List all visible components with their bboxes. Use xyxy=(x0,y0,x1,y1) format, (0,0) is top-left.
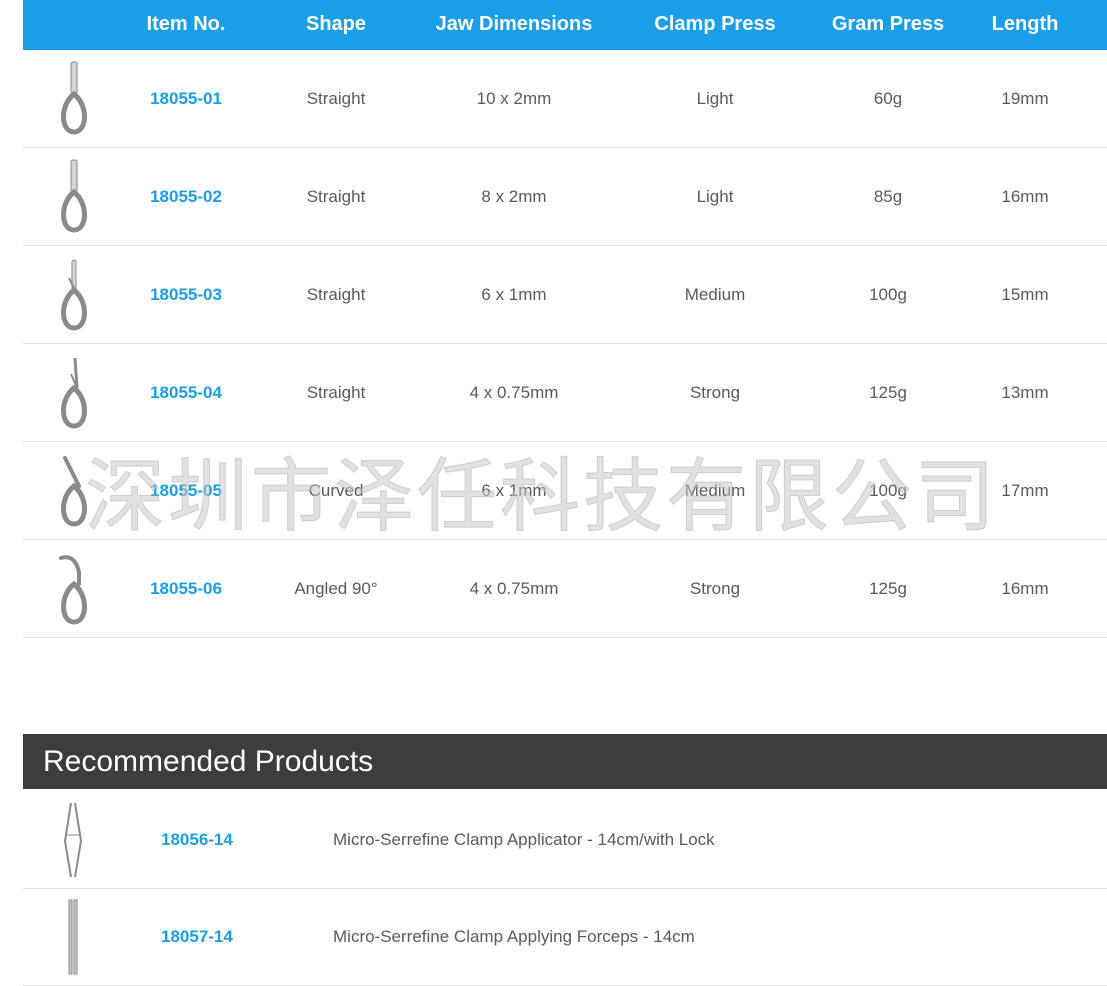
header-length: Length xyxy=(991,13,1059,35)
jaw-dimensions-cell: 6 x 1mm xyxy=(481,285,547,304)
item-number[interactable]: 18055-06 xyxy=(150,540,222,637)
gram-press-cell: 85g xyxy=(873,187,903,206)
header-item-no: Item No. xyxy=(146,13,226,35)
recommended-item: 18056-14 Micro-Serrefine Clamp Applicator… xyxy=(23,791,1107,889)
forceps-thumbnail[interactable] xyxy=(59,801,87,879)
clamp-press-cell: Medium xyxy=(684,481,746,500)
item-number[interactable]: 18055-04 xyxy=(150,344,222,441)
header-jaw-dimensions: Jaw Dimensions xyxy=(435,13,593,35)
product-thumbnail[interactable] xyxy=(53,256,95,332)
product-thumbnail[interactable] xyxy=(53,354,95,430)
jaw-dimensions-cell: 4 x 0.75mm xyxy=(469,383,559,402)
item-number[interactable]: 18055-03 xyxy=(150,246,222,343)
shape-cell: Curved xyxy=(308,481,364,500)
clamp-press-cell: Strong xyxy=(689,579,741,598)
jaw-dimensions-cell: 10 x 2mm xyxy=(476,89,552,108)
table-row: 18055-06 Angled 90° 4 x 0.75mm Strong 125g 16… xyxy=(23,540,1107,638)
forceps-thumbnail[interactable] xyxy=(59,898,87,976)
item-number[interactable]: 18055-05 xyxy=(150,442,222,539)
length-cell: 13mm xyxy=(1001,383,1049,402)
clamp-press-cell: Light xyxy=(696,89,734,108)
product-thumbnail[interactable] xyxy=(53,452,95,528)
recommended-title: Recommended Products xyxy=(23,734,1107,789)
clamp-press-cell: Light xyxy=(696,187,734,206)
item-number[interactable]: 18055-01 xyxy=(150,50,222,147)
clamp-press-cell: Strong xyxy=(689,383,741,402)
gram-press-cell: 125g xyxy=(869,579,907,598)
recommended-item-number[interactable]: 18057-14 xyxy=(161,888,233,985)
item-number[interactable]: 18055-02 xyxy=(150,148,222,245)
table-body: 18055-01 Straight 10 x 2mm Light 60g 19mm 1805… xyxy=(23,50,1107,638)
table-row: 18055-04 Straight 4 x 0.75mm Strong 125g 13mm xyxy=(23,344,1107,442)
product-thumbnail[interactable] xyxy=(53,158,95,234)
shape-cell: Straight xyxy=(306,89,366,108)
gram-press-cell: 100g xyxy=(869,285,907,304)
table-row: 18055-03 Straight 6 x 1mm Medium 100g 15mm xyxy=(23,246,1107,344)
length-cell: 17mm xyxy=(1001,481,1049,500)
shape-cell: Straight xyxy=(306,285,366,304)
shape-cell: Straight xyxy=(306,187,366,206)
jaw-dimensions-cell: 8 x 2mm xyxy=(481,187,547,206)
gram-press-cell: 60g xyxy=(873,89,903,108)
header-gram-press: Gram Press xyxy=(831,13,945,35)
recommended-item-description[interactable]: Micro-Serrefine Clamp Applicator - 14cm/… xyxy=(333,791,715,888)
header-shape: Shape xyxy=(305,13,367,35)
gram-press-cell: 100g xyxy=(869,481,907,500)
table-header: Item No. Shape Jaw Dimensions Clamp Pres… xyxy=(23,0,1107,50)
recommended-item-number[interactable]: 18056-14 xyxy=(161,791,233,888)
jaw-dimensions-cell: 6 x 1mm xyxy=(481,481,547,500)
table-row: 18055-05 Curved 6 x 1mm Medium 100g 17mm xyxy=(23,442,1107,540)
shape-cell: Straight xyxy=(306,383,366,402)
length-cell: 16mm xyxy=(1001,187,1049,206)
recommended-item-description[interactable]: Micro-Serrefine Clamp Applying Forceps -… xyxy=(333,888,695,985)
shape-cell: Angled 90° xyxy=(294,579,378,598)
jaw-dimensions-cell: 4 x 0.75mm xyxy=(469,579,559,598)
gram-press-cell: 125g xyxy=(869,383,907,402)
table-row: 18055-02 Straight 8 x 2mm Light 85g 16mm xyxy=(23,148,1107,246)
product-thumbnail[interactable] xyxy=(53,60,95,136)
header-clamp-press: Clamp Press xyxy=(654,13,776,35)
length-cell: 15mm xyxy=(1001,285,1049,304)
recommended-item: 18057-14 Micro-Serrefine Clamp Applying F… xyxy=(23,888,1107,986)
clamp-press-cell: Medium xyxy=(684,285,746,304)
product-table-container: Item No. Shape Jaw Dimensions Clamp Pres… xyxy=(23,0,1107,638)
product-thumbnail[interactable] xyxy=(53,550,95,626)
table-row: 18055-01 Straight 10 x 2mm Light 60g 19mm xyxy=(23,50,1107,148)
length-cell: 19mm xyxy=(1001,89,1049,108)
length-cell: 16mm xyxy=(1001,579,1049,598)
